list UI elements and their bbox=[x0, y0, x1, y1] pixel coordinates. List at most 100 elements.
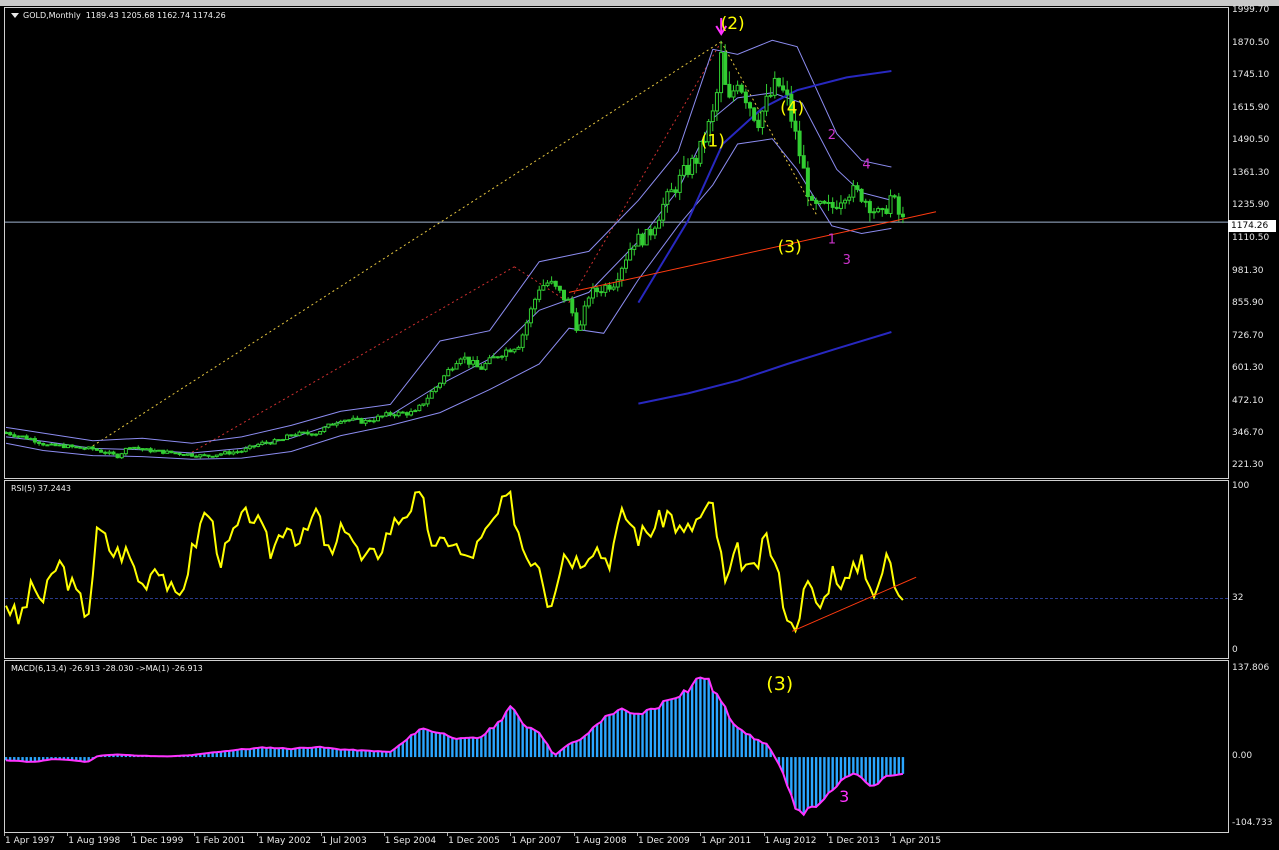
candle-body bbox=[595, 287, 600, 293]
wave-label: 1 bbox=[828, 233, 836, 248]
candle-body bbox=[900, 213, 905, 218]
candle-body bbox=[276, 439, 281, 442]
candle-body bbox=[99, 449, 104, 453]
candle-body bbox=[49, 443, 54, 446]
rsi-svg bbox=[5, 489, 1228, 634]
candle-body bbox=[665, 191, 670, 205]
macd-wave-label: (3) bbox=[766, 673, 793, 695]
macd-axis-tick: 0.00 bbox=[1232, 751, 1253, 762]
candle-body bbox=[28, 438, 33, 441]
candle-body bbox=[210, 455, 215, 458]
candle-body bbox=[872, 211, 876, 214]
candle-body bbox=[553, 280, 558, 287]
candle-body bbox=[714, 92, 719, 112]
candle-body bbox=[690, 157, 695, 175]
candle-body bbox=[268, 442, 273, 445]
candle-body bbox=[351, 417, 356, 421]
candle-body bbox=[318, 431, 323, 435]
price-chart-pane[interactable]: (2) (1) (4) (3) 2 4 1 3 GOLD,Monthly 1189.43 12… bbox=[4, 7, 1229, 479]
wave-label: (1) bbox=[701, 132, 725, 152]
candle-body bbox=[330, 423, 335, 426]
candle-body bbox=[144, 448, 149, 451]
candle-body bbox=[863, 200, 868, 203]
candle-body bbox=[367, 419, 372, 422]
candle-body bbox=[285, 434, 290, 441]
candle-body bbox=[611, 286, 616, 290]
candle-body bbox=[479, 366, 484, 370]
candle-body bbox=[793, 120, 798, 132]
candle-body bbox=[194, 455, 199, 458]
candle-body bbox=[53, 443, 58, 447]
time-axis-tick: 1 Dec 2005 bbox=[448, 836, 500, 846]
candle-body bbox=[243, 447, 248, 452]
candle-body bbox=[826, 201, 831, 204]
candle-body bbox=[599, 291, 604, 294]
chart-menu-icon[interactable] bbox=[11, 13, 19, 18]
candle-body bbox=[388, 412, 393, 416]
candle-body bbox=[123, 447, 128, 455]
candle-body bbox=[392, 414, 397, 417]
candle-body bbox=[884, 208, 889, 214]
candle-body bbox=[181, 453, 186, 456]
candle-body bbox=[190, 453, 194, 457]
time-axis-tick: 1 Feb 2001 bbox=[194, 836, 246, 846]
candle-body bbox=[851, 185, 856, 198]
series-line-bollinger-lower bbox=[5, 138, 892, 460]
candle-body bbox=[12, 434, 17, 437]
macd-svg: (3) 3 bbox=[5, 673, 905, 817]
candle-body bbox=[384, 412, 389, 417]
candle-body bbox=[218, 453, 223, 456]
price-axis-tick: 1745.10 bbox=[1232, 70, 1270, 81]
rsi-pane[interactable]: RSI(5) 37.2443 bbox=[4, 480, 1229, 659]
candle-body bbox=[570, 298, 575, 314]
time-axis-tick: 1 Aug 1998 bbox=[68, 836, 121, 846]
candle-body bbox=[371, 420, 376, 423]
rsi-axis: 100 32 0 bbox=[1228, 480, 1279, 659]
macd-pane[interactable]: (3) 3 MACD(6,13,4) -26.913 -28.030 ->MA(1… bbox=[4, 660, 1229, 833]
support-trendline bbox=[568, 211, 937, 293]
candle-body bbox=[876, 208, 881, 213]
candle-body bbox=[239, 450, 244, 453]
candle-body bbox=[524, 322, 529, 336]
price-axis-tick: 221.30 bbox=[1232, 460, 1264, 470]
candle-body bbox=[338, 420, 343, 424]
price-axis-tick: 1490.50 bbox=[1232, 135, 1270, 146]
time-axis-tick: 1 Apr 2011 bbox=[701, 836, 752, 846]
candle-body bbox=[5, 432, 8, 435]
candle-body bbox=[760, 110, 765, 129]
candle-body bbox=[421, 403, 426, 406]
candle-body bbox=[590, 287, 595, 299]
candle-body bbox=[520, 334, 525, 348]
candle-body bbox=[847, 196, 852, 201]
price-axis-tick: 1361.30 bbox=[1232, 168, 1270, 179]
candle-body bbox=[177, 452, 182, 455]
price-axis-tick: 855.90 bbox=[1232, 297, 1264, 308]
series-line-bollinger-upper bbox=[5, 39, 892, 444]
price-chart-svg: (2) (1) (4) (3) 2 4 13 bbox=[5, 14, 1228, 460]
candle-body bbox=[640, 233, 645, 246]
rsi-title: RSI(5) 37.2443 bbox=[11, 484, 71, 493]
candle-body bbox=[781, 85, 786, 91]
price-axis-tick: 1110.50 bbox=[1232, 232, 1270, 243]
time-axis-tick: 1 Apr 1997 bbox=[5, 836, 55, 846]
candle-body bbox=[500, 355, 504, 358]
candle-body bbox=[739, 84, 744, 93]
candle-body bbox=[801, 155, 806, 169]
candle-body bbox=[247, 445, 252, 449]
candle-body bbox=[495, 356, 500, 359]
candle-body bbox=[57, 444, 62, 447]
candle-body bbox=[669, 189, 674, 193]
candle-body bbox=[429, 390, 434, 399]
price-axis-tick: 726.70 bbox=[1232, 330, 1264, 341]
candle-body bbox=[743, 91, 748, 104]
candle-body bbox=[533, 298, 538, 310]
price-axis-tick: 981.30 bbox=[1232, 265, 1264, 276]
candle-body bbox=[805, 167, 810, 198]
candle-body bbox=[111, 451, 116, 455]
candle-body bbox=[615, 279, 620, 288]
macd-wave-label: 3 bbox=[839, 787, 849, 806]
price-axis-tick: 346.70 bbox=[1232, 427, 1264, 438]
time-axis-tick: 1 Apr 2015 bbox=[891, 836, 942, 846]
candle-body bbox=[70, 444, 75, 448]
candle-body bbox=[723, 52, 728, 85]
